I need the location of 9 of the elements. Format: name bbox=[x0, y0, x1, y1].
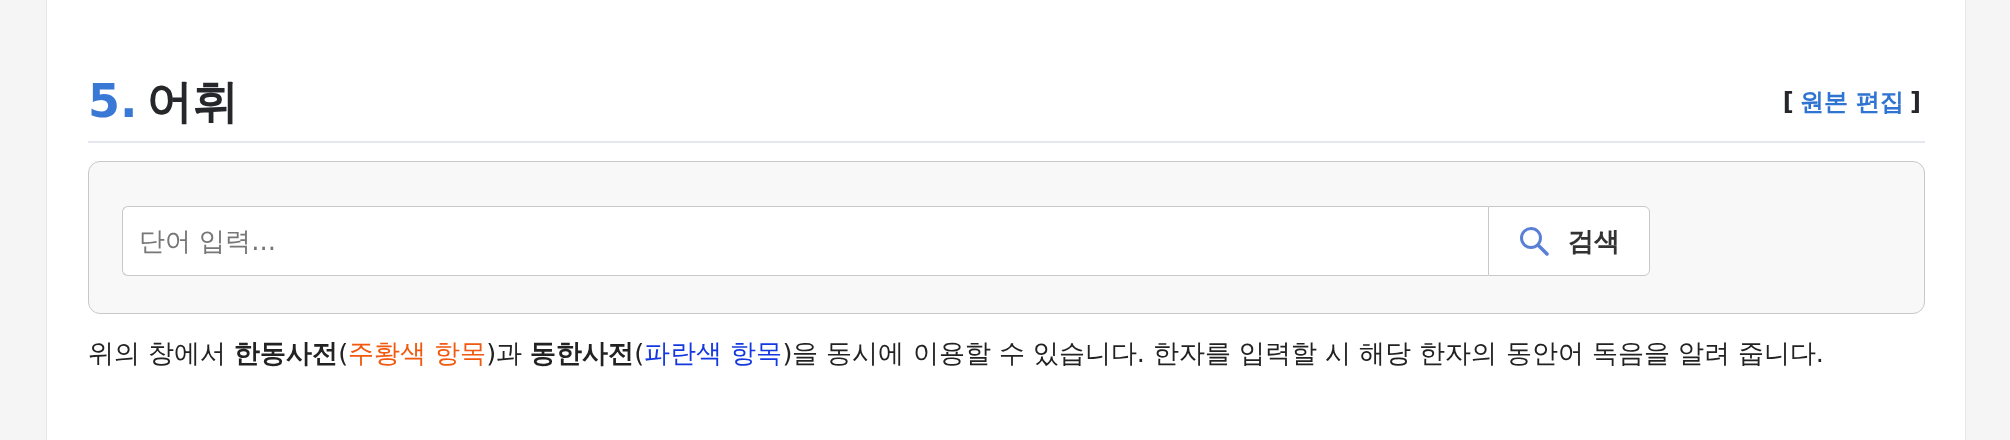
section-title: 어휘 bbox=[147, 74, 240, 130]
bracket: [ bbox=[1782, 87, 1794, 116]
search-icon bbox=[1518, 225, 1550, 258]
description-text: 위의 창에서 한동사전(주황색 항목)과 동한사전(파란색 항목)을 동시에 이용할 수 있습니다. 한자를 입력할 시 해당 한자의 동안어 독음을 알려 줍니다. bbox=[88, 337, 1825, 371]
edit-source-link[interactable]: 원본 편집 bbox=[1799, 85, 1905, 118]
section-number: 5. bbox=[88, 74, 138, 130]
search-field[interactable]: 단어 입력... bbox=[122, 206, 1488, 277]
search-button[interactable]: 검색 bbox=[1488, 206, 1650, 277]
bracket: ] bbox=[1910, 87, 1921, 116]
